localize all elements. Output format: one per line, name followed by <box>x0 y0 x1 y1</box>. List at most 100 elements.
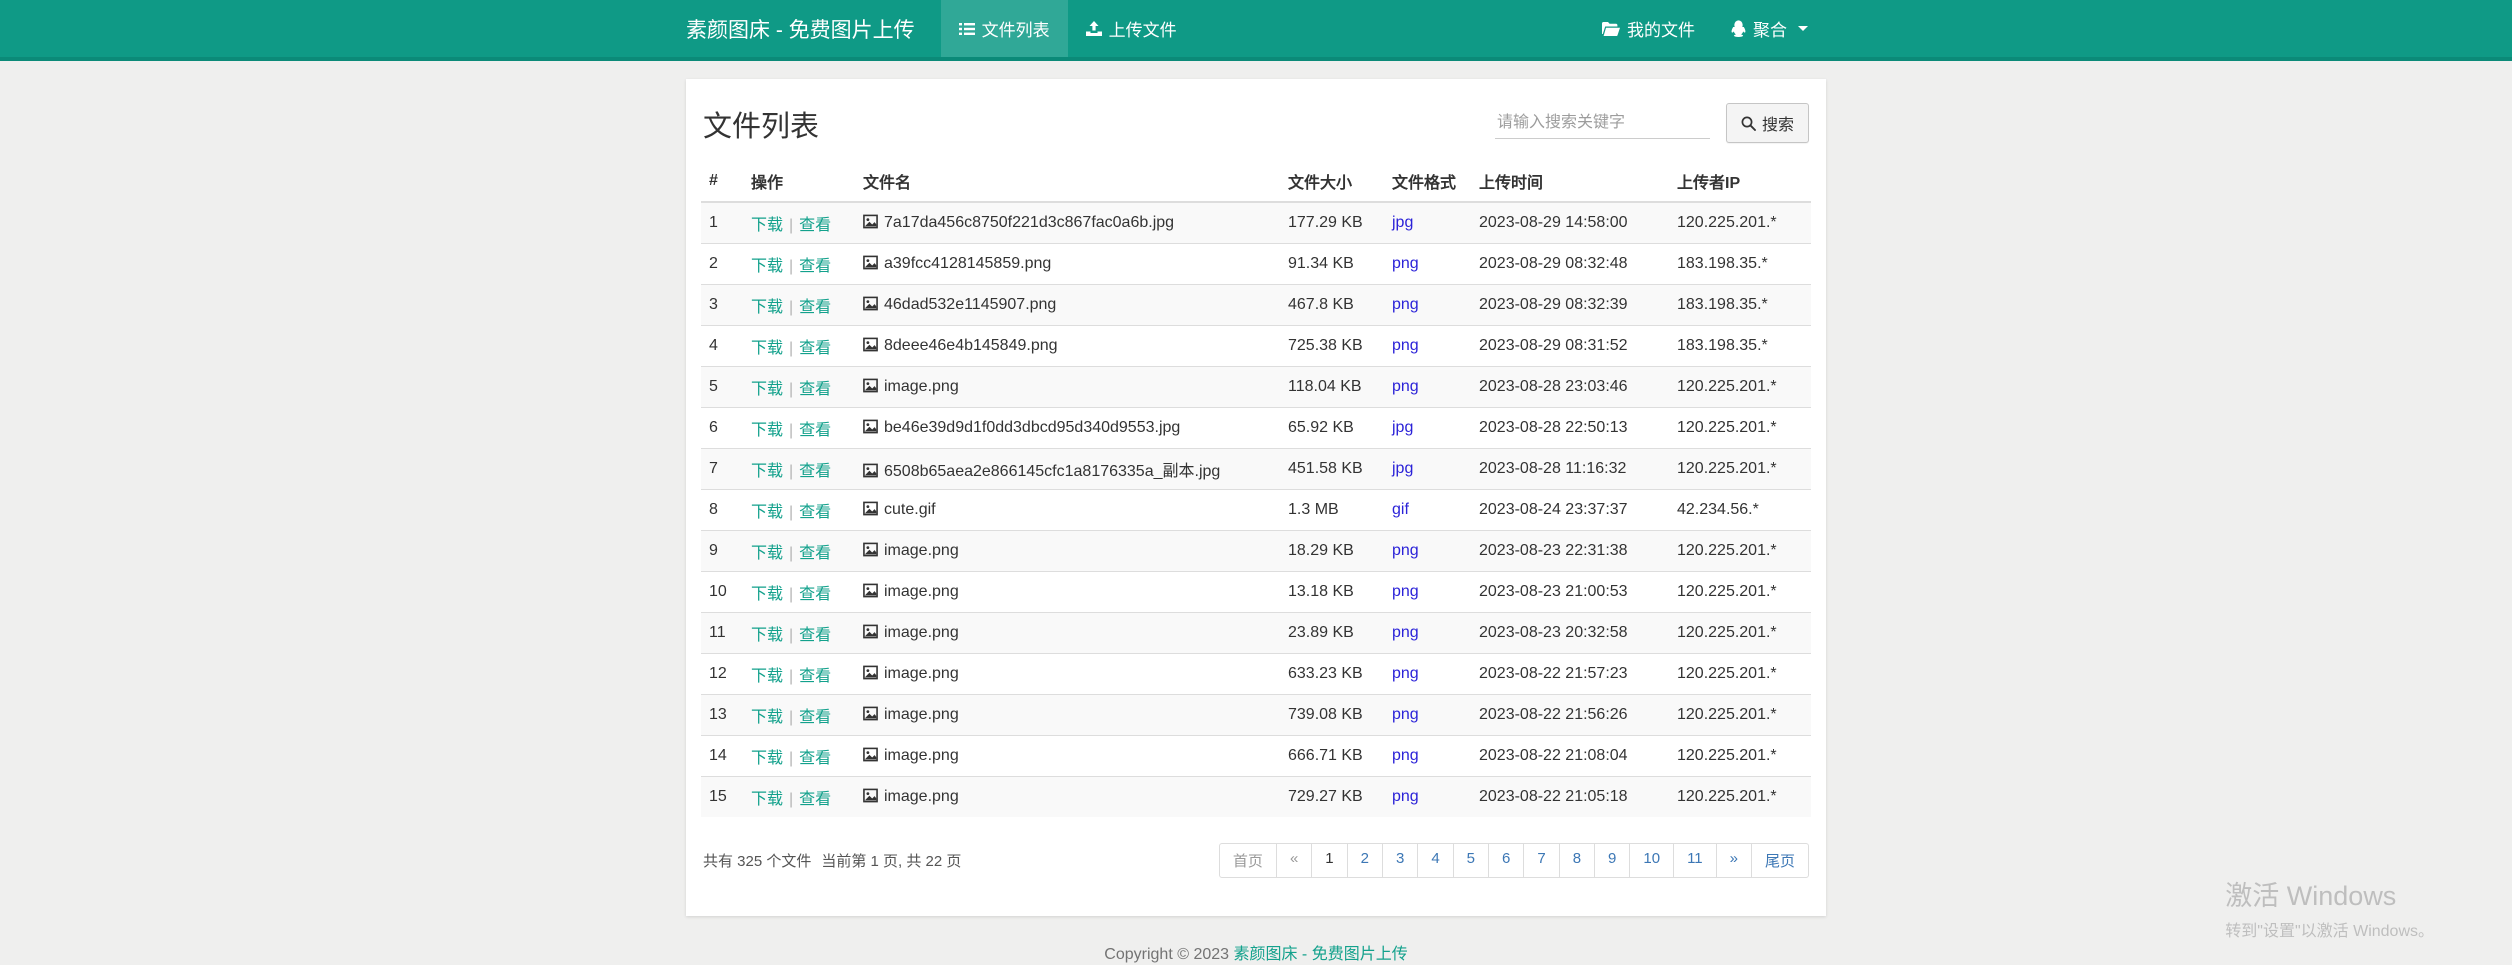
view-link[interactable]: 查看 <box>799 463 831 480</box>
view-link[interactable]: 查看 <box>799 586 831 603</box>
nav-item-my-files[interactable]: 我的文件 <box>1584 0 1713 57</box>
file-format-link[interactable]: png <box>1392 378 1419 395</box>
pagination-button[interactable]: 5 <box>1453 843 1489 878</box>
file-format-link[interactable]: png <box>1392 706 1419 723</box>
download-link[interactable]: 下载 <box>751 340 783 357</box>
upload-time: 2023-08-23 22:31:38 <box>1471 531 1669 572</box>
view-link[interactable]: 查看 <box>799 258 831 275</box>
table-row: 11 下载|查看 image.png 23.89 KB png 2023-08-… <box>701 613 1811 654</box>
view-link[interactable]: 查看 <box>799 791 831 808</box>
download-link[interactable]: 下载 <box>751 668 783 685</box>
file-size: 65.92 KB <box>1280 408 1384 449</box>
download-link[interactable]: 下载 <box>751 586 783 603</box>
search-button[interactable]: 搜索 <box>1726 103 1809 143</box>
file-format-link[interactable]: png <box>1392 665 1419 682</box>
file-name: image.png <box>884 788 959 805</box>
uploader-ip: 120.225.201.* <box>1669 654 1811 695</box>
view-link[interactable]: 查看 <box>799 668 831 685</box>
file-format-cell: png <box>1384 572 1471 613</box>
file-format-link[interactable]: jpg <box>1392 419 1413 436</box>
download-link[interactable]: 下载 <box>751 709 783 726</box>
file-format-link[interactable]: png <box>1392 296 1419 313</box>
file-name-cell: image.png <box>855 777 1280 818</box>
uploader-ip: 120.225.201.* <box>1669 449 1811 490</box>
view-link[interactable]: 查看 <box>799 627 831 644</box>
card-footer: 共有 325 个文件当前第 1 页, 共 22 页 首页«12345678910… <box>701 843 1811 878</box>
file-name: be46e39d9d1f0dd3dbcd95d340d9553.jpg <box>884 419 1180 436</box>
footer-site-link[interactable]: 素颜图床 - 免费图片上传 <box>1233 946 1407 963</box>
nav-item-upload-file[interactable]: 上传文件 <box>1068 0 1195 57</box>
action-separator: | <box>789 750 793 767</box>
download-link[interactable]: 下载 <box>751 217 783 234</box>
view-link[interactable]: 查看 <box>799 381 831 398</box>
pagination-button: 首页 <box>1219 843 1277 878</box>
file-name: a39fcc4128145859.png <box>884 255 1051 272</box>
view-link[interactable]: 查看 <box>799 217 831 234</box>
view-link[interactable]: 查看 <box>799 299 831 316</box>
row-actions: 下载|查看 <box>743 613 855 654</box>
pagination-button[interactable]: 3 <box>1382 843 1418 878</box>
file-format-link[interactable]: jpg <box>1392 214 1413 231</box>
file-format-cell: png <box>1384 285 1471 326</box>
pagination-button[interactable]: 6 <box>1488 843 1524 878</box>
file-format-link[interactable]: png <box>1392 788 1419 805</box>
file-name-cell: 46dad532e1145907.png <box>855 285 1280 326</box>
view-link[interactable]: 查看 <box>799 545 831 562</box>
file-name: 6508b65aea2e866145cfc1a8176335a_副本.jpg <box>884 463 1220 480</box>
image-file-icon <box>863 747 878 762</box>
nav-item-juhe-dropdown[interactable]: 聚合 <box>1713 0 1826 57</box>
pagination-button[interactable]: 8 <box>1559 843 1595 878</box>
nav-item-label: 聚合 <box>1753 16 1787 41</box>
pagination-button[interactable]: » <box>1716 843 1752 878</box>
image-file-icon <box>863 337 878 352</box>
download-link[interactable]: 下载 <box>751 750 783 767</box>
download-link[interactable]: 下载 <box>751 299 783 316</box>
download-link[interactable]: 下载 <box>751 791 783 808</box>
file-format-link[interactable]: gif <box>1392 501 1409 518</box>
file-format-link[interactable]: jpg <box>1392 460 1413 477</box>
pagination-button[interactable]: 9 <box>1594 843 1630 878</box>
file-name-cell: 8deee46e4b145849.png <box>855 326 1280 367</box>
view-link[interactable]: 查看 <box>799 709 831 726</box>
view-link[interactable]: 查看 <box>799 504 831 521</box>
search-input[interactable] <box>1495 108 1710 139</box>
action-separator: | <box>789 545 793 562</box>
download-link[interactable]: 下载 <box>751 463 783 480</box>
file-format-link[interactable]: png <box>1392 624 1419 641</box>
file-format-link[interactable]: png <box>1392 337 1419 354</box>
file-format-link[interactable]: png <box>1392 542 1419 559</box>
nav-item-file-list[interactable]: 文件列表 <box>941 0 1068 57</box>
image-file-icon <box>863 296 878 311</box>
pagination-button[interactable]: 7 <box>1523 843 1559 878</box>
view-link[interactable]: 查看 <box>799 340 831 357</box>
navbar-right-nav: 我的文件 聚合 <box>1584 0 1826 57</box>
download-link[interactable]: 下载 <box>751 504 783 521</box>
pagination-button[interactable]: 2 <box>1347 843 1383 878</box>
view-link[interactable]: 查看 <box>799 422 831 439</box>
download-link[interactable]: 下载 <box>751 422 783 439</box>
row-index: 14 <box>701 736 743 777</box>
file-name-cell: image.png <box>855 531 1280 572</box>
brand-link[interactable]: 素颜图床 - 免费图片上传 <box>686 0 941 57</box>
download-link[interactable]: 下载 <box>751 258 783 275</box>
file-name-cell: 7a17da456c8750f221d3c867fac0a6b.jpg <box>855 202 1280 244</box>
download-link[interactable]: 下载 <box>751 627 783 644</box>
total-files-text: 共有 325 个文件 <box>703 853 811 870</box>
table-row: 6 下载|查看 be46e39d9d1f0dd3dbcd95d340d9553.… <box>701 408 1811 449</box>
pagination-button[interactable]: 尾页 <box>1751 843 1809 878</box>
view-link[interactable]: 查看 <box>799 750 831 767</box>
file-size: 666.71 KB <box>1280 736 1384 777</box>
card-header: 文件列表 搜索 <box>701 99 1811 163</box>
table-row: 2 下载|查看 a39fcc4128145859.png 91.34 KB pn… <box>701 244 1811 285</box>
file-name: 7a17da456c8750f221d3c867fac0a6b.jpg <box>884 214 1174 231</box>
file-format-cell: jpg <box>1384 408 1471 449</box>
pagination-button[interactable]: 11 <box>1673 843 1717 878</box>
file-format-link[interactable]: png <box>1392 255 1419 272</box>
download-link[interactable]: 下载 <box>751 545 783 562</box>
file-format-link[interactable]: png <box>1392 583 1419 600</box>
pagination-button[interactable]: 4 <box>1417 843 1453 878</box>
table-header-row: #操作文件名文件大小文件格式上传时间上传者IP <box>701 163 1811 202</box>
pagination-button[interactable]: 10 <box>1629 843 1674 878</box>
download-link[interactable]: 下载 <box>751 381 783 398</box>
file-format-link[interactable]: png <box>1392 747 1419 764</box>
